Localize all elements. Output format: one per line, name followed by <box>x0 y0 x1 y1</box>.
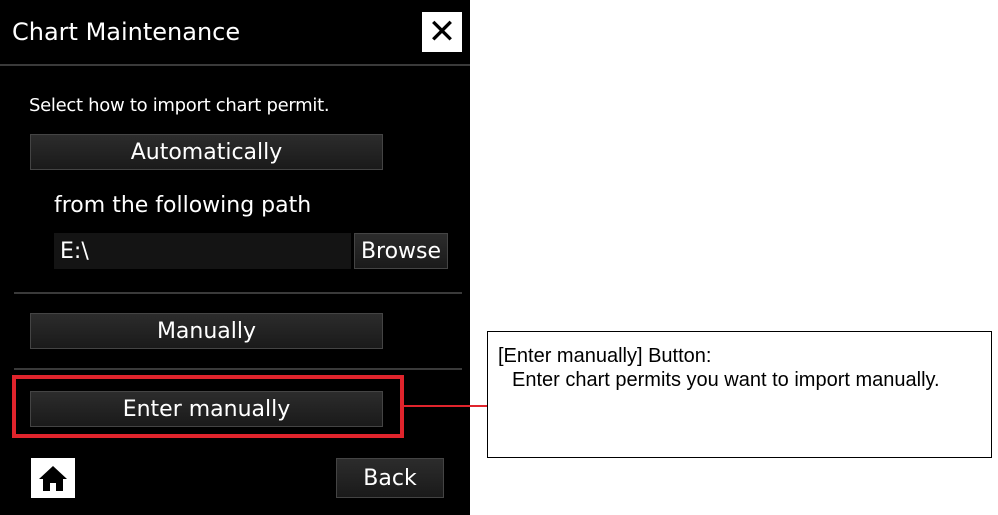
callout-heading: [Enter manually] Button: <box>498 345 712 367</box>
section-divider <box>14 368 462 370</box>
home-icon <box>39 466 67 491</box>
callout-leader-line <box>404 405 487 407</box>
automatically-button[interactable]: Automatically <box>30 134 383 170</box>
import-method-prompt: Select how to import chart permit. <box>29 95 330 116</box>
home-button[interactable] <box>31 458 75 498</box>
title-divider <box>0 64 470 66</box>
highlight-frame <box>12 375 404 438</box>
dialog-titlebar: Chart Maintenance ✕ <box>0 0 470 62</box>
annotation-callout: [Enter manually] Button: Enter chart per… <box>487 331 992 458</box>
manually-button[interactable]: Manually <box>30 313 383 349</box>
back-button[interactable]: Back <box>336 458 444 498</box>
path-input[interactable]: E:\ <box>54 233 351 269</box>
callout-description: Enter chart permits you want to import m… <box>512 369 940 391</box>
path-label: from the following path <box>54 193 312 218</box>
browse-button[interactable]: Browse <box>354 233 448 269</box>
close-button[interactable]: ✕ <box>422 12 462 52</box>
section-divider <box>14 292 462 294</box>
close-icon: ✕ <box>427 12 457 52</box>
dialog-title: Chart Maintenance <box>12 18 241 46</box>
